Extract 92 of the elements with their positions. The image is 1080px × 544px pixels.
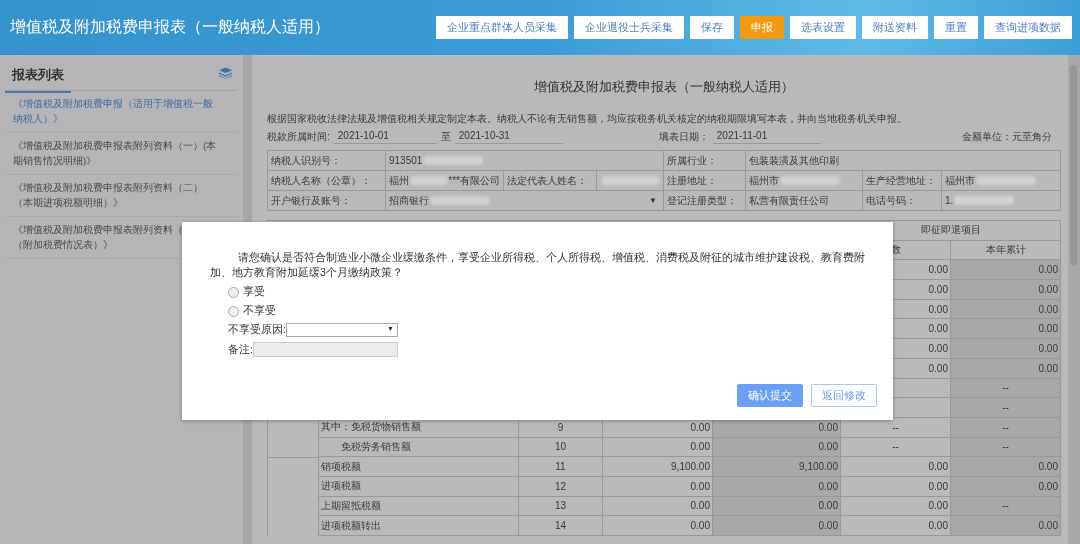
info-label: 所属行业：: [664, 151, 746, 171]
table-cell: 0.00: [603, 516, 713, 536]
table-cell: --: [951, 437, 1061, 458]
fill-date-field[interactable]: 2021-11-01: [712, 130, 821, 144]
table-cell: 0.00: [841, 516, 951, 536]
form-title: 增值税及附加税费申报表（一般纳税人适用）: [532, 78, 795, 96]
table-cell: 0.00: [951, 358, 1061, 379]
toolbar-button[interactable]: 企业退役士兵采集: [574, 16, 684, 39]
sidebar-item[interactable]: 《增值税及附加税费申报（适用于增值税一般 纳税人）》: [5, 91, 237, 133]
redacted-mark: [423, 156, 484, 165]
table-cell: 9,100.00: [603, 457, 713, 477]
value-text: ***有限公司: [448, 173, 500, 188]
period-start-field[interactable]: 2021-10-01: [333, 130, 437, 144]
reason-label: 不享受原因:: [228, 323, 286, 337]
table-cell: --: [951, 496, 1061, 517]
table-cell: 0.00: [713, 476, 841, 497]
period-label: 税款所属时间:: [267, 130, 330, 144]
table-cell: 0.00: [951, 516, 1061, 536]
table-cell: 0.00: [951, 457, 1061, 477]
table-cell: --: [841, 437, 951, 458]
table-cell: 0.00: [841, 457, 951, 477]
bank-select[interactable]: 招商银行 ▼: [386, 191, 664, 211]
toolbar-button[interactable]: 申报: [740, 16, 784, 39]
table-cell: 0.00: [713, 516, 841, 536]
value-text: 私营有限责任公司: [749, 193, 829, 208]
table-cell: 进项税额: [319, 476, 519, 497]
dropdown-arrow: ▼: [649, 196, 657, 205]
toolbar-button[interactable]: 选表设置: [790, 16, 856, 39]
period-end-field[interactable]: 2021-10-31: [454, 130, 563, 144]
table-cell: 0.00: [713, 437, 841, 458]
redacted-mark: [954, 196, 1015, 205]
table-cell: 免税劳务销售额: [319, 437, 519, 458]
page-title: 增值税及附加税费申报表（一般纳税人适用）: [10, 17, 330, 37]
table-cell: 0.00: [951, 339, 1061, 359]
table-cell: 9,100.00: [713, 457, 841, 477]
remark-label: 备注:: [228, 342, 253, 357]
table-cell: 0.00: [951, 319, 1061, 340]
value-text: 包装装潢及其他印刷: [749, 153, 839, 168]
radio-label: 不享受: [243, 304, 276, 318]
toolbar-button[interactable]: 保存: [690, 16, 734, 39]
fill-date-label: 填表日期：: [658, 130, 709, 144]
value-text: 福州: [389, 173, 409, 188]
table-cell: 0.00: [951, 476, 1061, 497]
table-cell: --: [951, 378, 1061, 399]
info-label: 登记注册类型：: [664, 191, 746, 211]
radio-button[interactable]: [228, 305, 239, 317]
redacted-mark: [976, 176, 1036, 185]
redacted-mark: [780, 176, 840, 185]
info-label: 开户银行及账号：: [268, 191, 386, 211]
submit-button[interactable]: 确认提交: [737, 384, 803, 407]
value-text: 福州市: [945, 173, 975, 188]
toolbar-button[interactable]: 企业重点群体人员采集: [436, 16, 568, 39]
table-cell: --: [951, 398, 1061, 418]
redacted-mark: [601, 176, 660, 185]
sidebar-item[interactable]: 《增值税及附加税费申报表附列资料（二） （本期进项税额明细）》: [5, 175, 237, 217]
amount-unit: 金额单位：元至角分: [962, 130, 1052, 144]
info-label: 法定代表人姓名：: [504, 171, 597, 191]
table-cell: 0.00: [841, 476, 951, 497]
table-cell: 进项税额转出: [319, 516, 519, 536]
table-cell: 销项税额: [319, 457, 519, 477]
table-cell: 0.00: [603, 496, 713, 517]
value-text: 招商银行: [389, 193, 429, 208]
table-cell: 0.00: [603, 476, 713, 497]
period-to-label: 至: [440, 130, 451, 144]
layers-icon[interactable]: [219, 66, 232, 79]
table-cell: 0.00: [841, 496, 951, 517]
toolbar-button[interactable]: 附送资料: [862, 16, 928, 39]
table-cell: 0.00: [603, 437, 713, 458]
back-button[interactable]: 返回修改: [811, 384, 877, 407]
radio-button[interactable]: [228, 286, 239, 298]
sidebar-item[interactable]: 《增值税及附加税费申报表附列资料（一）(本 期销售情况明细)》: [5, 133, 237, 175]
toolbar-button[interactable]: 查询进项数据: [984, 16, 1072, 39]
redacted-mark: [410, 176, 449, 185]
info-label: 纳税人识别号：: [268, 151, 386, 171]
info-label: 纳税人名称（公章）：: [268, 171, 386, 191]
table-cell: 0.00: [951, 260, 1061, 281]
table-cell: 0.00: [713, 496, 841, 517]
sidebar-title: 报表列表: [5, 60, 71, 93]
table-cell: --: [951, 417, 1061, 438]
value-text: 1.: [945, 195, 954, 206]
table-cell: 上期留抵税额: [319, 496, 519, 517]
info-label: 生产经营地址：: [863, 171, 942, 191]
value-text: 913501: [389, 155, 423, 166]
toolbar-button[interactable]: 重置: [934, 16, 978, 39]
value-text: 福州市: [749, 173, 779, 188]
radio-label: 享受: [243, 285, 265, 299]
redacted-mark: [430, 196, 490, 205]
form-note: 根据国家税收法律法规及增值税相关规定制定本表。纳税人不论有无销售额，均应按税务机关核定的纳税期限填写本表，并向当地税务机关申报。: [267, 112, 908, 126]
table-cell: 0.00: [951, 280, 1061, 300]
table-cell: 0.00: [951, 299, 1061, 320]
info-label: 注册地址：: [664, 171, 746, 191]
info-label: 电话号码：: [863, 191, 942, 211]
